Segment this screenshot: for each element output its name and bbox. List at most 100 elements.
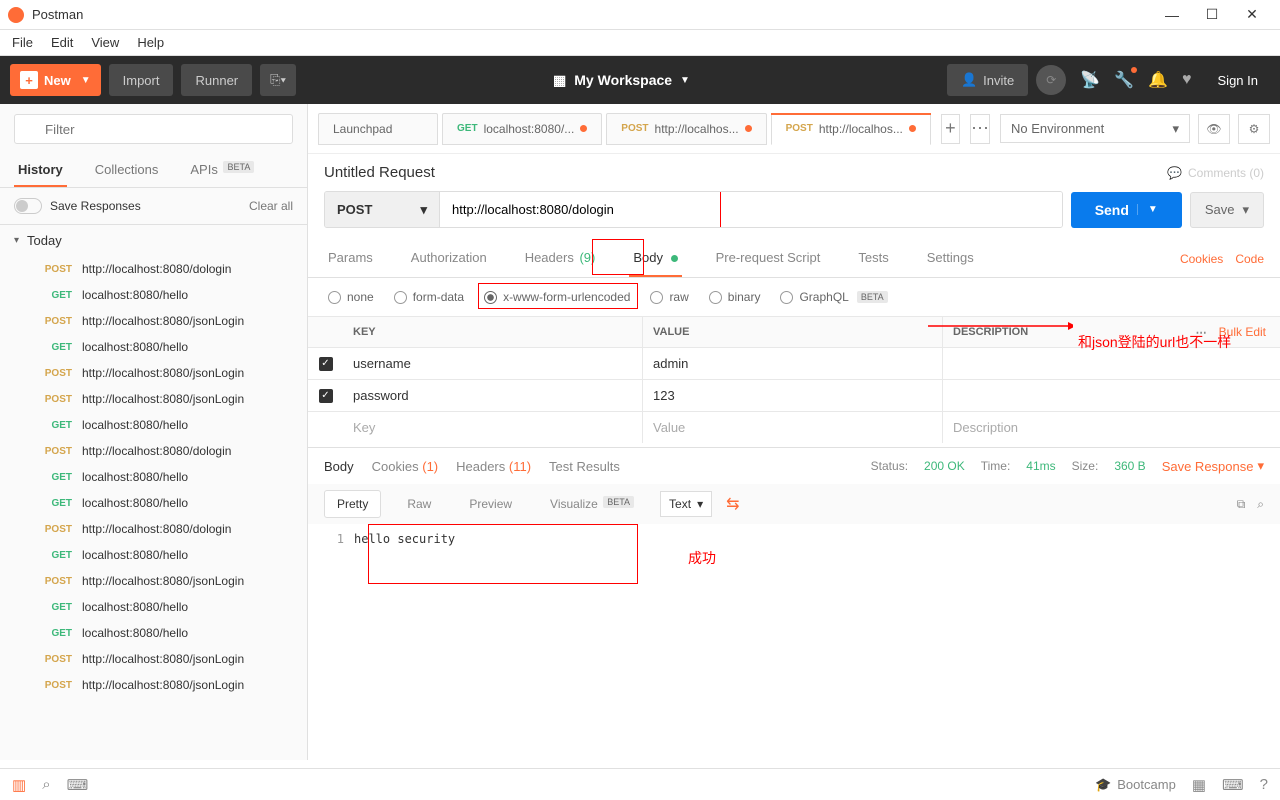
- history-item[interactable]: GETlocalhost:8080/hello: [0, 464, 307, 490]
- send-button[interactable]: Send ▼: [1071, 192, 1182, 228]
- checkbox-icon[interactable]: ✓: [319, 357, 333, 371]
- signin-button[interactable]: Sign In: [1206, 73, 1270, 88]
- kv-row[interactable]: ✓ password 123: [308, 379, 1280, 411]
- history-item[interactable]: POSThttp://localhost:8080/jsonLogin: [0, 672, 307, 698]
- body-type-binary[interactable]: binary: [709, 290, 761, 304]
- method-select[interactable]: POST ▾: [325, 192, 440, 227]
- layout-icon[interactable]: ▦: [1192, 776, 1206, 794]
- find-icon[interactable]: ⌕: [42, 776, 50, 793]
- history-group-today[interactable]: Today: [0, 225, 307, 256]
- menu-help[interactable]: Help: [137, 35, 164, 50]
- history-item[interactable]: POSThttp://localhost:8080/dologin: [0, 256, 307, 282]
- history-item[interactable]: GETlocalhost:8080/hello: [0, 620, 307, 646]
- resp-format-select[interactable]: Text ▾: [660, 491, 712, 517]
- history-item[interactable]: POSThttp://localhost:8080/jsonLogin: [0, 360, 307, 386]
- import-button[interactable]: Import: [109, 64, 174, 96]
- more-button[interactable]: ⎘▾: [260, 64, 296, 96]
- settings-button[interactable]: ⚙: [1238, 114, 1270, 144]
- resp-tab-headers[interactable]: Headers (11): [456, 459, 531, 474]
- comments-button[interactable]: 💬 Comments (0): [1167, 166, 1264, 180]
- sync-icon[interactable]: ⟳: [1036, 65, 1066, 95]
- kv-key[interactable]: password: [343, 380, 643, 411]
- history-item[interactable]: GETlocalhost:8080/hello: [0, 282, 307, 308]
- tab-headers[interactable]: Headers (9): [521, 240, 600, 277]
- menu-edit[interactable]: Edit: [51, 35, 73, 50]
- body-type-none[interactable]: none: [328, 290, 374, 304]
- resp-raw-button[interactable]: Raw: [395, 491, 443, 517]
- url-input[interactable]: [440, 192, 1062, 227]
- satellite-icon[interactable]: 📡: [1080, 70, 1100, 90]
- history-item[interactable]: POSThttp://localhost:8080/dologin: [0, 438, 307, 464]
- tab-apis[interactable]: APIs BETA: [186, 154, 258, 187]
- copy-icon[interactable]: ⧉: [1237, 497, 1246, 512]
- history-item[interactable]: GETlocalhost:8080/hello: [0, 542, 307, 568]
- desc-placeholder[interactable]: Description: [943, 412, 1280, 443]
- kv-row-new[interactable]: Key Value Description: [308, 411, 1280, 443]
- save-button[interactable]: Save ▾: [1190, 192, 1264, 228]
- code-link[interactable]: Code: [1235, 252, 1264, 266]
- tab-params[interactable]: Params: [324, 240, 377, 277]
- kv-value[interactable]: 123: [643, 380, 943, 411]
- cookies-link[interactable]: Cookies: [1180, 252, 1223, 266]
- tab-options-button[interactable]: ⋯: [970, 114, 990, 144]
- tab-settings[interactable]: Settings: [923, 240, 978, 277]
- request-tab[interactable]: POSThttp://localhos...: [771, 113, 931, 145]
- request-tab[interactable]: GETlocalhost:8080/...: [442, 113, 602, 145]
- runner-button[interactable]: Runner: [181, 64, 252, 96]
- response-text[interactable]: hello security: [354, 532, 455, 546]
- history-item[interactable]: POSThttp://localhost:8080/jsonLogin: [0, 646, 307, 672]
- wrench-icon[interactable]: 🔧: [1114, 70, 1134, 90]
- tab-collections[interactable]: Collections: [91, 154, 163, 187]
- history-item[interactable]: POSThttp://localhost:8080/jsonLogin: [0, 568, 307, 594]
- history-item[interactable]: POSThttp://localhost:8080/jsonLogin: [0, 308, 307, 334]
- kv-desc[interactable]: [943, 380, 1280, 411]
- search-icon[interactable]: ⌕: [1257, 497, 1264, 512]
- maximize-button[interactable]: ☐: [1192, 6, 1232, 23]
- add-tab-button[interactable]: +: [941, 114, 960, 144]
- save-responses-toggle[interactable]: [14, 198, 42, 214]
- kv-value[interactable]: admin: [643, 348, 943, 379]
- close-button[interactable]: ✕: [1232, 6, 1272, 23]
- menu-file[interactable]: File: [12, 35, 33, 50]
- history-item[interactable]: GETlocalhost:8080/hello: [0, 334, 307, 360]
- clear-all-button[interactable]: Clear all: [249, 199, 293, 213]
- request-name[interactable]: Untitled Request: [324, 164, 435, 181]
- body-type-raw[interactable]: raw: [650, 290, 688, 304]
- bell-icon[interactable]: 🔔: [1148, 70, 1168, 90]
- kv-key[interactable]: username: [343, 348, 643, 379]
- request-tab[interactable]: POSThttp://localhos...: [606, 113, 766, 145]
- env-preview-button[interactable]: 👁: [1198, 114, 1230, 144]
- menu-view[interactable]: View: [91, 35, 119, 50]
- bootcamp-button[interactable]: 🎓 Bootcamp: [1095, 777, 1176, 793]
- tab-tests[interactable]: Tests: [854, 240, 892, 277]
- minimize-button[interactable]: —: [1152, 7, 1192, 23]
- environment-select[interactable]: No Environment ▾: [1000, 114, 1190, 143]
- body-type-graphql[interactable]: GraphQLBETA: [780, 290, 887, 304]
- filter-input[interactable]: [14, 114, 293, 144]
- resp-tab-cookies[interactable]: Cookies (1): [372, 459, 438, 474]
- heart-icon[interactable]: ♥: [1182, 71, 1192, 89]
- history-item[interactable]: GETlocalhost:8080/hello: [0, 412, 307, 438]
- invite-button[interactable]: 👤 Invite: [947, 64, 1028, 96]
- tab-authorization[interactable]: Authorization: [407, 240, 491, 277]
- new-button[interactable]: + New ▼: [10, 64, 101, 96]
- history-item[interactable]: GETlocalhost:8080/hello: [0, 594, 307, 620]
- body-type-urlencoded[interactable]: x-www-form-urlencoded: [484, 290, 630, 304]
- tab-history[interactable]: History: [14, 154, 67, 187]
- key-placeholder[interactable]: Key: [343, 412, 643, 443]
- resp-tab-testresults[interactable]: Test Results: [549, 459, 620, 474]
- resp-tab-body[interactable]: Body: [324, 459, 354, 474]
- kv-desc[interactable]: [943, 348, 1280, 379]
- history-item[interactable]: GETlocalhost:8080/hello: [0, 490, 307, 516]
- resp-pretty-button[interactable]: Pretty: [324, 490, 381, 518]
- console-icon[interactable]: ⌨: [67, 776, 89, 794]
- workspace-selector[interactable]: ▦ My Workspace ▼: [553, 72, 690, 89]
- history-item[interactable]: POSThttp://localhost:8080/dologin: [0, 516, 307, 542]
- tab-body[interactable]: Body: [629, 240, 681, 277]
- checkbox-icon[interactable]: ✓: [319, 389, 333, 403]
- request-tab[interactable]: Launchpad: [318, 113, 438, 145]
- sidebar-toggle-icon[interactable]: ▥: [12, 776, 26, 794]
- resp-visualize-button[interactable]: Visualize BETA: [538, 491, 646, 517]
- body-type-formdata[interactable]: form-data: [394, 290, 464, 304]
- tab-prerequest[interactable]: Pre-request Script: [712, 240, 825, 277]
